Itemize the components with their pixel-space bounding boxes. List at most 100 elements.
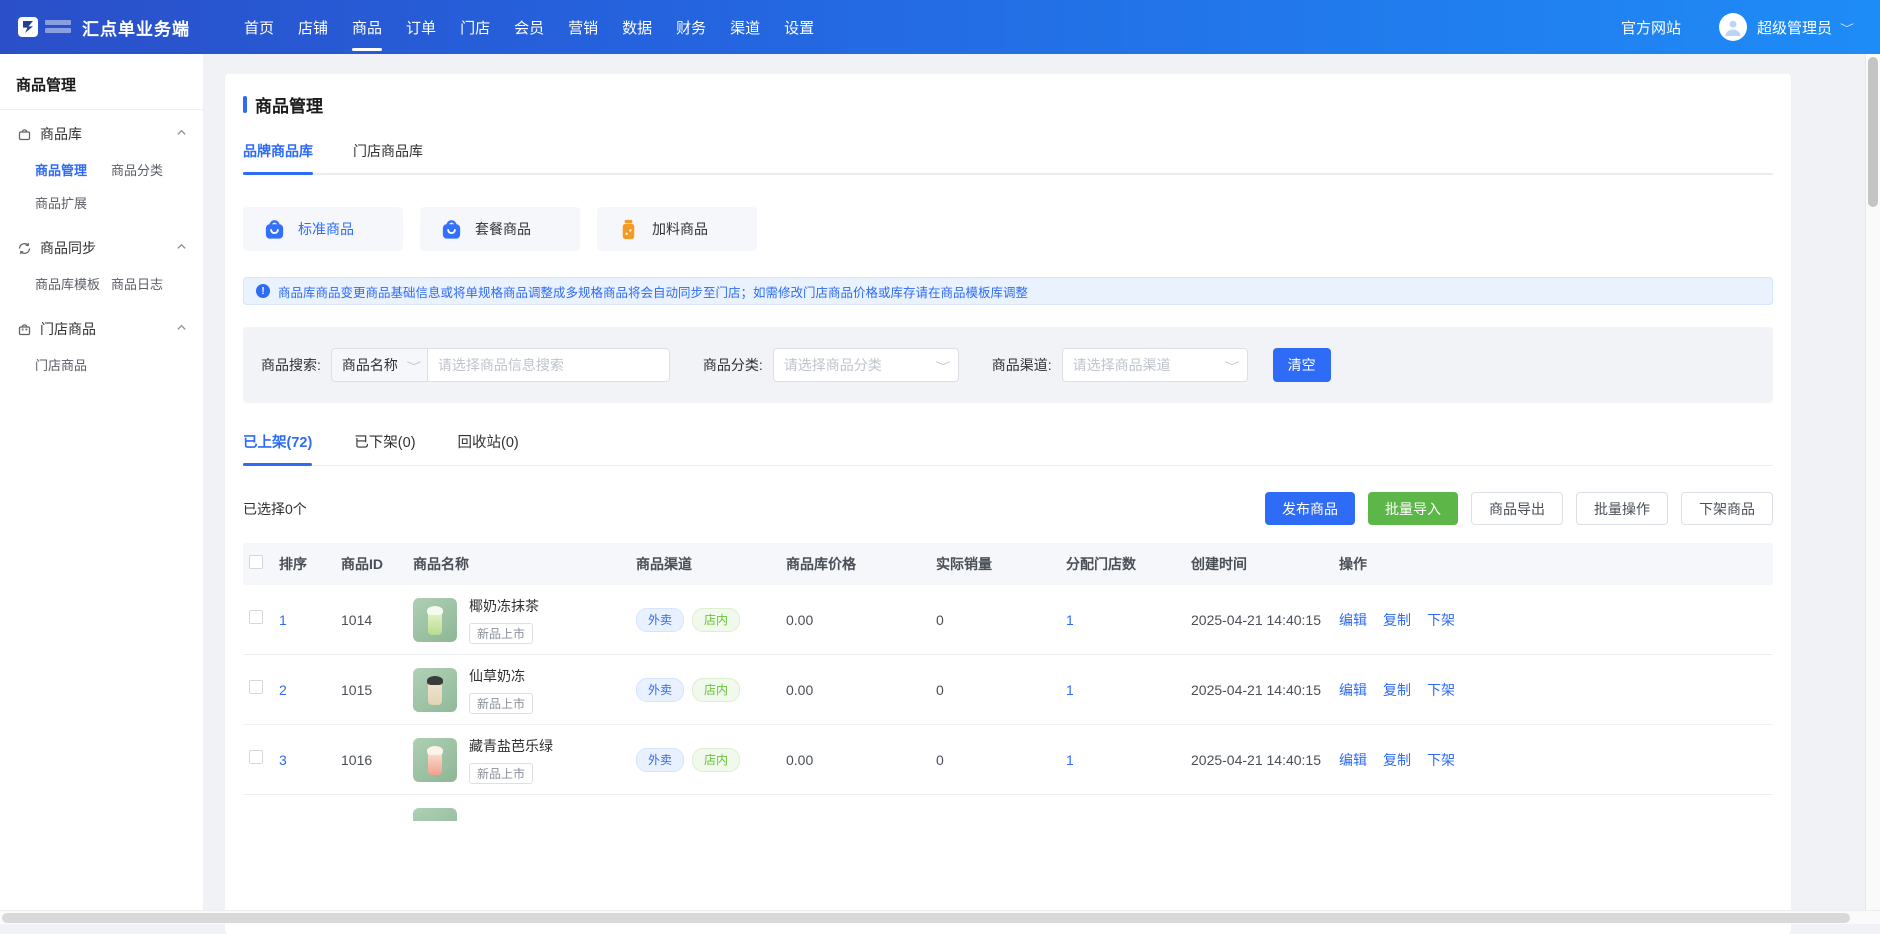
- batch-import-button[interactable]: 批量导入: [1368, 492, 1458, 525]
- nav-item-member[interactable]: 会员: [502, 0, 556, 54]
- sidebar-item-product-category[interactable]: 商品分类: [111, 160, 203, 179]
- sidebar-item-product-extend[interactable]: 商品扩展: [35, 193, 111, 212]
- combo-product-button[interactable]: 套餐商品: [420, 207, 580, 251]
- bag-icon: [263, 218, 286, 241]
- sidebar-group-store-product[interactable]: 门店商品: [0, 311, 203, 347]
- info-icon: !: [256, 284, 270, 298]
- bag-icon: [440, 218, 463, 241]
- sort-link[interactable]: 3: [279, 752, 341, 768]
- nav-item-product[interactable]: 商品: [340, 0, 394, 54]
- chevron-down-icon: ﹀: [406, 358, 421, 373]
- product-sales: 0: [936, 752, 1066, 768]
- tab-on-shelf[interactable]: 已上架(72): [243, 431, 312, 465]
- table-row-partial: [243, 795, 1773, 821]
- table-row: 1 1014 椰奶冻抹茶 新品上市 外卖 店内 0.00 0 1 2025-04…: [243, 585, 1773, 655]
- sidebar-item-library-template[interactable]: 商品库模板: [35, 274, 111, 293]
- channel-badge-takeout: 外卖: [636, 748, 684, 772]
- nav-item-finance[interactable]: 财务: [664, 0, 718, 54]
- chevron-up-icon: [176, 320, 187, 338]
- store-count-link[interactable]: 1: [1066, 612, 1191, 628]
- bag-icon: [16, 126, 32, 142]
- copy-link[interactable]: 复制: [1383, 610, 1411, 630]
- sidebar-item-product-manage[interactable]: 商品管理: [35, 160, 111, 179]
- sidebar: 商品管理 商品库 商品管理 商品分类 商品扩展 商品同步 商品库模板 商品日志 …: [0, 54, 204, 924]
- sort-link[interactable]: 2: [279, 682, 341, 698]
- copy-link[interactable]: 复制: [1383, 680, 1411, 700]
- tab-brand-library[interactable]: 品牌商品库: [243, 141, 313, 173]
- created-time: 2025-04-21 14:40:15: [1191, 612, 1339, 628]
- chevron-down-icon: ﹀: [935, 358, 950, 373]
- row-checkbox[interactable]: [249, 610, 263, 624]
- publish-product-button[interactable]: 发布商品: [1265, 492, 1355, 525]
- top-navbar: 汇点单业务端 首页 店铺 商品 订单 门店 会员 营销 数据 财务 渠道 设置 …: [0, 0, 1880, 54]
- row-checkbox[interactable]: [249, 680, 263, 694]
- row-checkbox[interactable]: [249, 750, 263, 764]
- channel-label: 商品渠道:: [992, 355, 1052, 375]
- sidebar-title: 商品管理: [0, 54, 203, 109]
- channel-select[interactable]: 请选择商品渠道 ﹀: [1062, 348, 1248, 382]
- official-site-link[interactable]: 官方网站: [1621, 17, 1681, 38]
- clear-button[interactable]: 清空: [1273, 348, 1331, 382]
- library-tabs: 品牌商品库 门店商品库: [243, 141, 1773, 175]
- page-title: 商品管理: [243, 92, 1773, 117]
- table-row: 3 1016 藏青盐芭乐绿 新品上市 外卖 店内 0.00 0 1 2025-0…: [243, 725, 1773, 795]
- product-sales: 0: [936, 612, 1066, 628]
- product-image: [413, 808, 457, 821]
- product-price: 0.00: [786, 752, 936, 768]
- edit-link[interactable]: 编辑: [1339, 680, 1367, 700]
- info-banner-text: 商品库商品变更商品基础信息或将单规格商品调整成多规格商品将会自动同步至门店；如需…: [278, 282, 1028, 301]
- store-count-link[interactable]: 1: [1066, 752, 1191, 768]
- horizontal-scrollbar-thumb[interactable]: [2, 913, 1850, 923]
- sort-link[interactable]: 1: [279, 612, 341, 628]
- vertical-scrollbar-thumb[interactable]: [1868, 57, 1878, 207]
- nav-item-home[interactable]: 首页: [232, 0, 286, 54]
- nav-item-marketing[interactable]: 营销: [556, 0, 610, 54]
- sidebar-item-store-product[interactable]: 门店商品: [35, 355, 111, 374]
- horizontal-scrollbar[interactable]: [0, 910, 1880, 924]
- nav-item-order[interactable]: 订单: [394, 0, 448, 54]
- take-down-button[interactable]: 下架商品: [1681, 492, 1773, 525]
- category-label: 商品分类:: [703, 355, 763, 375]
- tab-off-shelf[interactable]: 已下架(0): [354, 431, 415, 465]
- search-input[interactable]: [428, 348, 670, 382]
- store-count-link[interactable]: 1: [1066, 682, 1191, 698]
- table-row: 2 1015 仙草奶冻 新品上市 外卖 店内 0.00 0 1 2025-04-…: [243, 655, 1773, 725]
- tab-recycle-bin[interactable]: 回收站(0): [458, 431, 519, 465]
- nav-item-settings[interactable]: 设置: [772, 0, 826, 54]
- standard-product-button[interactable]: 标准商品: [243, 207, 403, 251]
- user-menu[interactable]: 超级管理员: [1757, 17, 1832, 38]
- edit-link[interactable]: 编辑: [1339, 610, 1367, 630]
- nav-item-channel[interactable]: 渠道: [718, 0, 772, 54]
- nav-item-shop[interactable]: 店铺: [286, 0, 340, 54]
- channel-badge-instore: 店内: [692, 678, 740, 702]
- category-select[interactable]: 请选择商品分类 ﹀: [773, 348, 959, 382]
- chevron-down-icon: ﹀: [1224, 358, 1239, 373]
- sidebar-group-product-sync[interactable]: 商品同步: [0, 230, 203, 266]
- search-type-select[interactable]: 商品名称 ﹀: [331, 348, 428, 382]
- copy-link[interactable]: 复制: [1383, 750, 1411, 770]
- take-down-link[interactable]: 下架: [1427, 610, 1455, 630]
- content-card: 商品管理 品牌商品库 门店商品库 标准商品 套餐商品 加料商品 ! 商品库商品变…: [225, 74, 1791, 934]
- channel-badge-takeout: 外卖: [636, 678, 684, 702]
- nav-item-store[interactable]: 门店: [448, 0, 502, 54]
- user-icon: [1723, 17, 1743, 37]
- topping-product-button[interactable]: 加料商品: [597, 207, 757, 251]
- avatar[interactable]: [1719, 13, 1747, 41]
- edit-link[interactable]: 编辑: [1339, 750, 1367, 770]
- select-all-checkbox[interactable]: [249, 555, 263, 569]
- divider: [0, 109, 203, 110]
- product-table: 排序 商品ID 商品名称 商品渠道 商品库价格 实际销量 分配门店数 创建时间 …: [243, 543, 1773, 821]
- take-down-link[interactable]: 下架: [1427, 680, 1455, 700]
- batch-operation-button[interactable]: 批量操作: [1576, 492, 1668, 525]
- sidebar-item-product-log[interactable]: 商品日志: [111, 274, 203, 293]
- product-name: 藏青盐芭乐绿: [469, 736, 553, 756]
- export-product-button[interactable]: 商品导出: [1471, 492, 1563, 525]
- main-nav: 首页 店铺 商品 订单 门店 会员 营销 数据 财务 渠道 设置: [232, 0, 826, 54]
- take-down-link[interactable]: 下架: [1427, 750, 1455, 770]
- vertical-scrollbar[interactable]: [1865, 54, 1880, 910]
- tab-store-library[interactable]: 门店商品库: [353, 141, 423, 173]
- nav-item-data[interactable]: 数据: [610, 0, 664, 54]
- chevron-up-icon: [176, 125, 187, 143]
- sidebar-group-product-library[interactable]: 商品库: [0, 116, 203, 152]
- product-price: 0.00: [786, 682, 936, 698]
